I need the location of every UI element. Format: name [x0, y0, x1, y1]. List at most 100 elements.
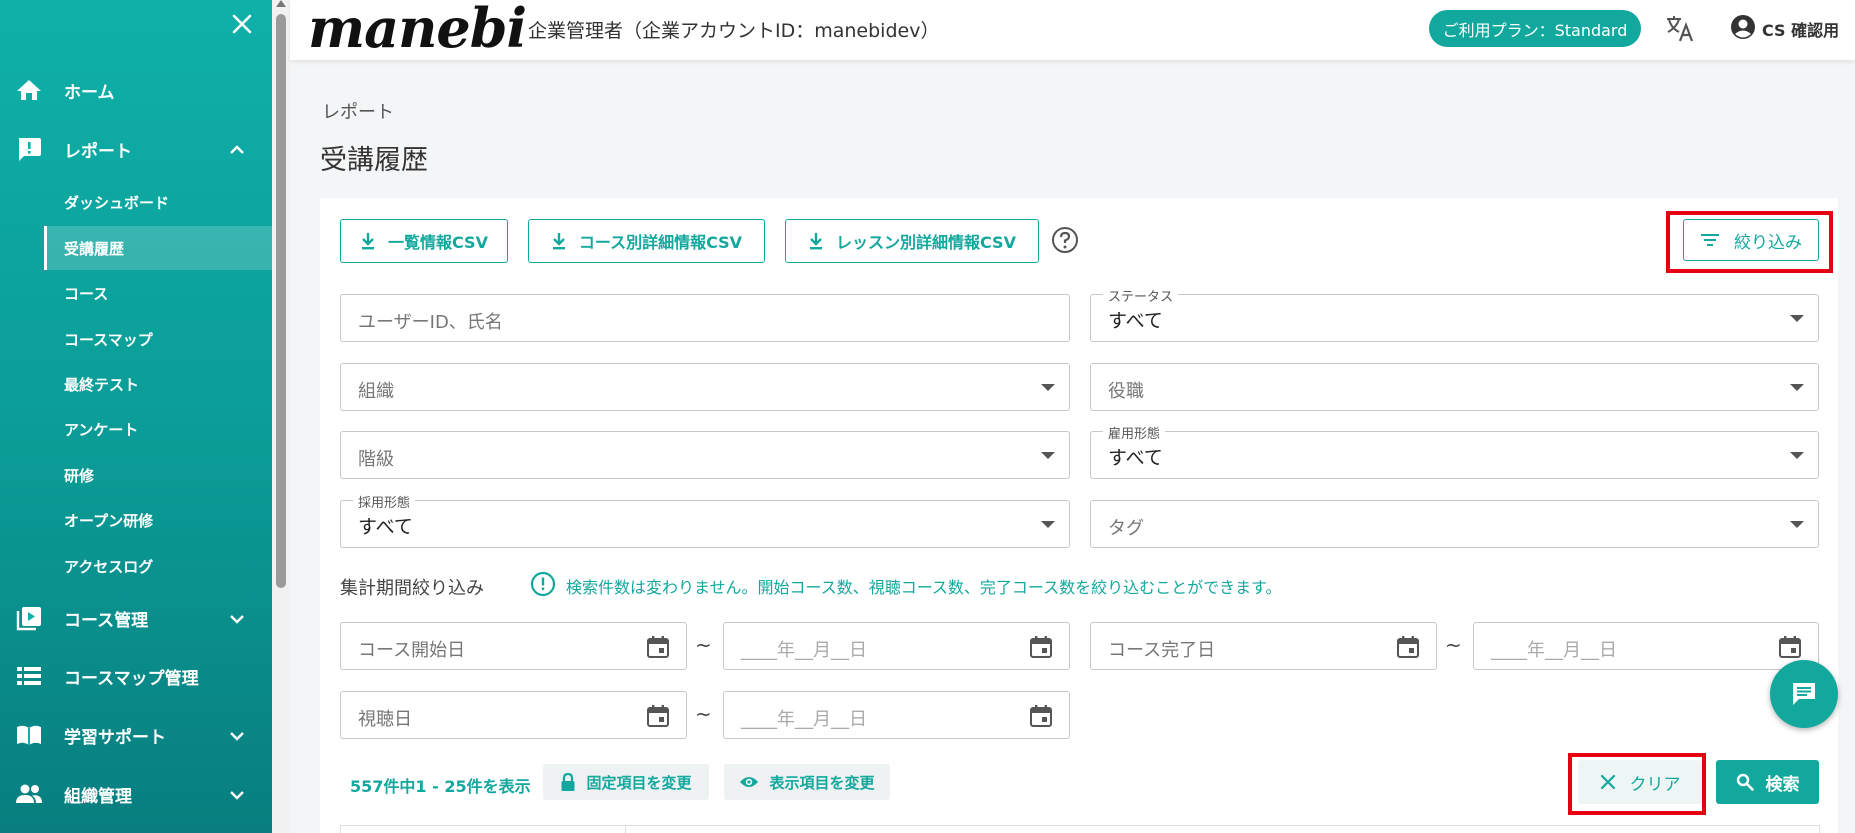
caret-down-icon [1790, 521, 1804, 528]
header: manebi 企業管理者（企業アカウントID：manebidev） ご利用プラン… [290, 0, 1855, 60]
sidebar-subitem-access-log[interactable]: アクセスログ [44, 544, 272, 588]
hiring-type-value: すべて [358, 516, 413, 538]
status-label: ステータス [1103, 286, 1179, 305]
range-separator: ~ [695, 633, 712, 657]
manebi-logo[interactable]: manebi [308, 0, 527, 60]
result-count: 557件中1 - 25件を表示 [350, 777, 531, 796]
position-select[interactable]: 役職 [1090, 363, 1819, 411]
sidebar-item-report[interactable]: レポート [0, 127, 272, 171]
page-title: 受講履歴 [320, 145, 428, 176]
organization-placeholder: 組織 [358, 381, 394, 402]
course-complete-placeholder: コース完了日 [1108, 640, 1216, 661]
course-start-placeholder: コース開始日 [358, 640, 466, 661]
admin-account-label: 企業管理者（企業アカウントID：manebidev） [528, 20, 940, 42]
lock-icon [561, 772, 575, 791]
search-label: 検索 [1765, 774, 1800, 795]
scrollbar-thumb[interactable] [276, 14, 286, 588]
results-table [340, 825, 1820, 833]
chevron-up-icon[interactable] [226, 139, 248, 161]
status-select[interactable]: ステータス すべて [1090, 286, 1819, 342]
sidebar-item-learning-support[interactable]: 学習サポート [0, 713, 272, 757]
user-name: CS 確認用 [1762, 21, 1840, 40]
hiring-type-select[interactable]: 採用形態 すべて [340, 492, 1070, 548]
sidebar-item-organization[interactable]: 組織管理 [0, 772, 272, 816]
hiring-type-label: 採用形態 [353, 492, 416, 511]
sidebar-scrollbar[interactable] [272, 0, 290, 833]
csv-lesson-button[interactable]: レッスン別詳細情報CSV [785, 219, 1039, 263]
sidebar-item-label: レポート [64, 141, 132, 162]
sidebar-item-label: コースマップ管理 [64, 668, 199, 689]
employment-type-label: 雇用形態 [1103, 423, 1166, 442]
chat-icon [1793, 683, 1815, 705]
calendar-icon[interactable] [1396, 635, 1420, 659]
translate-icon[interactable] [1664, 12, 1696, 44]
list-icon [14, 663, 44, 689]
sidebar-subitem-training[interactable]: 研修 [44, 453, 272, 497]
sidebar-item-label: ホーム [64, 82, 115, 103]
chevron-down-icon[interactable] [226, 608, 248, 630]
sidebar: ホーム レポート ダッシュボード 受講履歴 コース コースマップ 最終テスト ア… [0, 0, 272, 833]
employment-type-select[interactable]: 雇用形態 すべて [1090, 423, 1819, 479]
range-separator: ~ [1445, 633, 1462, 657]
sidebar-item-course-management[interactable]: コース管理 [0, 596, 272, 640]
caret-down-icon [1790, 315, 1804, 322]
course-start-date-input[interactable]: コース開始日 [340, 622, 687, 670]
chat-button[interactable] [1770, 660, 1838, 728]
caret-down-icon [1041, 452, 1055, 459]
sidebar-subitem-coursemap[interactable]: コースマップ [44, 317, 272, 361]
home-icon [14, 77, 44, 103]
caret-down-icon [1790, 452, 1804, 459]
report-icon [14, 136, 44, 162]
calendar-icon[interactable] [1778, 635, 1802, 659]
scroll-up-arrow-icon[interactable] [276, 0, 286, 7]
position-placeholder: 役職 [1108, 381, 1144, 402]
sidebar-subitem-open-training[interactable]: オープン研修 [44, 498, 272, 542]
user-menu[interactable]: CS 確認用 [1730, 14, 1839, 44]
sidebar-item-label: 学習サポート [64, 727, 166, 748]
course-complete-date-input[interactable]: コース完了日 [1090, 622, 1437, 670]
calendar-icon[interactable] [646, 635, 670, 659]
view-date-input[interactable]: 視聴日 [340, 691, 687, 739]
grade-placeholder: 階級 [358, 449, 394, 470]
chevron-down-icon[interactable] [226, 784, 248, 806]
highlight-box-filter [1666, 211, 1833, 273]
sidebar-item-label: 組織管理 [64, 786, 132, 807]
calendar-icon[interactable] [1029, 704, 1053, 728]
status-value: すべて [1108, 310, 1163, 332]
help-icon[interactable] [1051, 226, 1079, 254]
organization-select[interactable]: 組織 [340, 363, 1070, 411]
calendar-icon[interactable] [1029, 635, 1053, 659]
close-icon[interactable] [228, 12, 256, 40]
grade-select[interactable]: 階級 [340, 431, 1070, 479]
sidebar-item-home[interactable]: ホーム [0, 68, 272, 112]
change-display-columns-button[interactable]: 表示項目を変更 [724, 764, 890, 800]
course-complete-end-date-input[interactable]: ____年__月__日 [1473, 622, 1819, 670]
user-search-input[interactable]: ユーザーID、氏名 [340, 294, 1070, 342]
date-placeholder: ____年__月__日 [741, 709, 867, 730]
csv-list-button[interactable]: 一覧情報CSV [340, 219, 508, 263]
sidebar-item-coursemap-management[interactable]: コースマップ管理 [0, 654, 272, 698]
plan-badge[interactable]: ご利用プラン：Standard [1429, 10, 1641, 47]
course-start-end-date-input[interactable]: ____年__月__日 [723, 622, 1070, 670]
date-placeholder: ____年__月__日 [1491, 640, 1617, 661]
change-fixed-columns-button[interactable]: 固定項目を変更 [543, 764, 709, 800]
sidebar-subitem-dashboard[interactable]: ダッシュボード [44, 180, 272, 224]
chevron-down-icon[interactable] [226, 725, 248, 747]
sidebar-subitem-final-test[interactable]: 最終テスト [44, 362, 272, 406]
sidebar-subitem-survey[interactable]: アンケート [44, 407, 272, 451]
download-icon [552, 233, 565, 250]
sidebar-subitem-history[interactable]: 受講履歴 [44, 226, 272, 270]
csv-course-button[interactable]: コース別詳細情報CSV [528, 219, 765, 263]
csv-course-label: コース別詳細情報CSV [578, 233, 743, 252]
sidebar-subitem-course[interactable]: コース [44, 271, 272, 315]
search-button[interactable]: 検索 [1716, 760, 1819, 804]
account-circle-icon [1730, 14, 1756, 44]
employment-type-value: すべて [1108, 447, 1163, 469]
view-date-placeholder: 視聴日 [358, 709, 412, 730]
highlight-box-clear [1568, 753, 1706, 815]
view-date-end-input[interactable]: ____年__月__日 [723, 691, 1070, 739]
tag-select[interactable]: タグ [1090, 500, 1819, 548]
breadcrumb[interactable]: レポート [322, 98, 394, 124]
range-separator: ~ [695, 702, 712, 726]
calendar-icon[interactable] [646, 704, 670, 728]
